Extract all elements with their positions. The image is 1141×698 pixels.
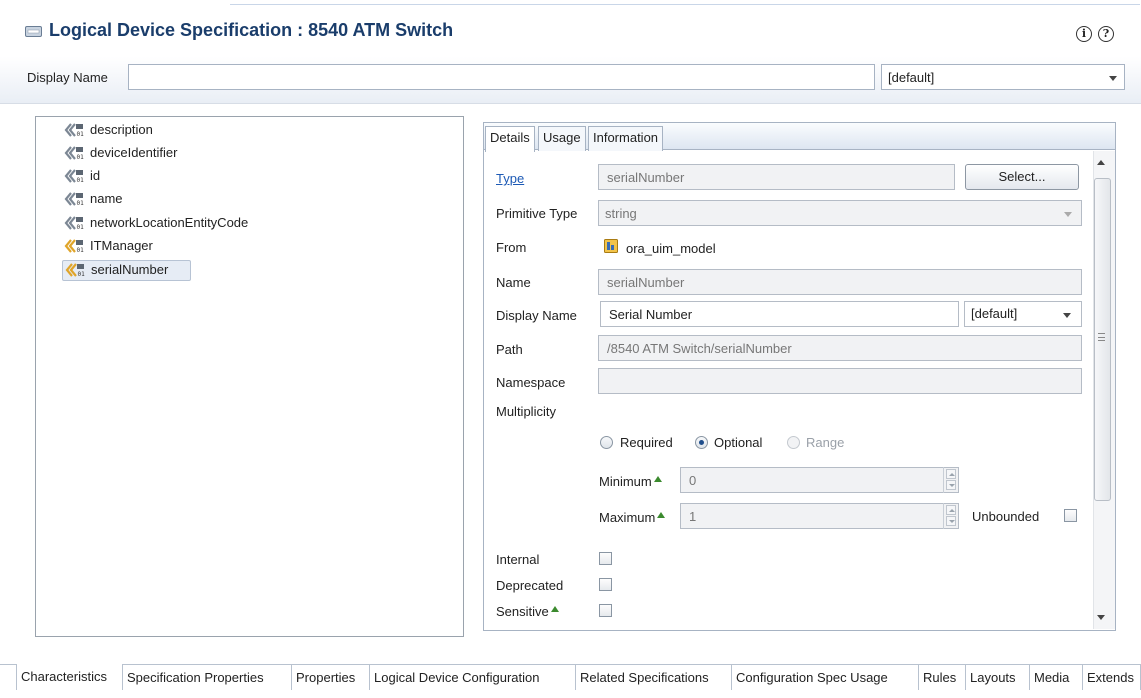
chevron-down-icon <box>1109 76 1117 81</box>
maximum-spinner <box>943 503 958 529</box>
characteristics-tree[interactable]: 01 description 01 deviceIdentifier 01 id 01 nam… <box>35 116 464 637</box>
unbounded-label: Unbounded <box>972 509 1040 524</box>
detail-display-name-label: Display Name <box>496 308 577 323</box>
attribute-icon: 01 <box>64 192 85 207</box>
detail-locale-dropdown[interactable]: [default] <box>964 301 1082 327</box>
svg-text:01: 01 <box>77 131 85 138</box>
required-marker-icon <box>653 476 662 482</box>
from-value: ora_uim_model <box>626 241 716 256</box>
tree-item-label: id <box>90 168 101 183</box>
display-name-field[interactable] <box>128 64 875 90</box>
primitive-type-dropdown: string <box>598 200 1082 226</box>
svg-text:01: 01 <box>77 224 85 231</box>
svg-text:01: 01 <box>78 271 86 278</box>
optional-label: Optional <box>714 435 763 450</box>
spin-up-icon <box>946 505 956 515</box>
internal-label: Internal <box>496 552 540 567</box>
minimum-label: Minimum <box>599 474 662 489</box>
namespace-label: Namespace <box>496 375 566 390</box>
required-radio[interactable] <box>600 436 613 449</box>
locale-dropdown[interactable]: [default] <box>881 64 1125 90</box>
scroll-up-icon[interactable] <box>1097 160 1105 165</box>
attribute-icon: 01 <box>64 146 85 161</box>
tree-item-label: name <box>90 191 123 206</box>
unbounded-checkbox[interactable] <box>1064 509 1077 522</box>
tree-item-serialnumber[interactable]: 01 serialNumber <box>62 260 191 281</box>
info-icon[interactable]: i <box>1076 26 1092 42</box>
chevron-down-icon <box>1063 313 1071 318</box>
sensitive-label: Sensitive <box>496 604 559 619</box>
path-label: Path <box>496 342 523 357</box>
svg-text:01: 01 <box>77 247 85 254</box>
attribute-icon: 01 <box>64 123 85 138</box>
range-label: Range <box>806 435 845 450</box>
locale-value: [default] <box>888 70 935 85</box>
tab-details[interactable]: Details <box>485 126 535 152</box>
path-field: /8540 ATM Switch/serialNumber <box>598 335 1082 361</box>
namespace-field <box>598 368 1082 394</box>
spin-down-icon <box>946 516 956 526</box>
maximum-field: 1 <box>680 503 959 529</box>
header-divider <box>230 4 1140 5</box>
tree-item-label: description <box>90 122 153 137</box>
primitive-type-label: Primitive Type <box>496 206 578 221</box>
bottom-tab-characteristics[interactable]: Characteristics <box>16 664 123 690</box>
tab-usage[interactable]: Usage <box>538 126 586 151</box>
deprecated-label: Deprecated <box>496 578 564 593</box>
spin-up-icon <box>946 469 956 479</box>
type-link[interactable]: Type <box>496 171 524 186</box>
tree-item-label: ITManager <box>90 238 153 253</box>
range-radio <box>787 436 800 449</box>
grip-icon <box>1098 333 1105 341</box>
bottom-tab-extends[interactable]: Extends <box>1083 664 1141 690</box>
svg-text:01: 01 <box>77 177 85 184</box>
device-spec-icon <box>25 26 42 37</box>
required-marker-icon <box>657 512 666 518</box>
model-icon <box>604 239 618 253</box>
svg-text:01: 01 <box>77 154 85 161</box>
required-label: Required <box>620 435 673 450</box>
sensitive-checkbox[interactable] <box>599 604 612 617</box>
page-title: Logical Device Specification : 8540 ATM … <box>49 20 454 40</box>
bottom-tab-media[interactable]: Media <box>1030 664 1083 690</box>
minimum-spinner <box>943 467 958 493</box>
from-label: From <box>496 240 527 255</box>
characteristic-icon: 01 <box>65 263 86 278</box>
scroll-down-icon[interactable] <box>1097 615 1105 620</box>
attribute-icon: 01 <box>64 169 85 184</box>
internal-checkbox[interactable] <box>599 552 612 565</box>
tab-information[interactable]: Information <box>588 126 664 151</box>
bottom-tab-layouts[interactable]: Layouts <box>966 664 1030 690</box>
help-icon[interactable]: ? <box>1098 26 1114 42</box>
tree-item-label: networkLocationEntityCode <box>90 215 249 230</box>
bottom-tab-configuration-spec-usage[interactable]: Configuration Spec Usage <box>732 664 919 690</box>
bottom-tab-specification-properties[interactable]: Specification Properties <box>123 664 292 690</box>
detail-display-name-field[interactable]: Serial Number <box>600 301 959 327</box>
maximum-label: Maximum <box>599 510 666 525</box>
deprecated-checkbox[interactable] <box>599 578 612 591</box>
bottom-tab-properties[interactable]: Properties <box>292 664 370 690</box>
attribute-icon: 01 <box>64 216 85 231</box>
multiplicity-label: Multiplicity <box>496 404 556 419</box>
svg-text:01: 01 <box>77 200 85 207</box>
name-field: serialNumber <box>598 269 1082 295</box>
chevron-down-icon <box>1064 212 1072 217</box>
bottom-tab-related-specifications[interactable]: Related Specifications <box>576 664 732 690</box>
tree-item-label: deviceIdentifier <box>90 145 178 160</box>
select-button[interactable]: Select... <box>965 164 1079 190</box>
required-marker-icon <box>550 606 559 612</box>
name-label: Name <box>496 275 531 290</box>
bottom-tab-rules[interactable]: Rules <box>919 664 966 690</box>
characteristic-icon: 01 <box>64 239 85 254</box>
optional-radio[interactable] <box>695 436 708 449</box>
spin-down-icon <box>946 480 956 490</box>
display-name-label: Display Name <box>27 70 108 85</box>
minimum-field: 0 <box>680 467 959 493</box>
bottom-tab-logical-device-configuration[interactable]: Logical Device Configuration <box>370 664 576 690</box>
tree-item-label: serialNumber <box>91 262 169 277</box>
type-field: serialNumber <box>598 164 955 190</box>
